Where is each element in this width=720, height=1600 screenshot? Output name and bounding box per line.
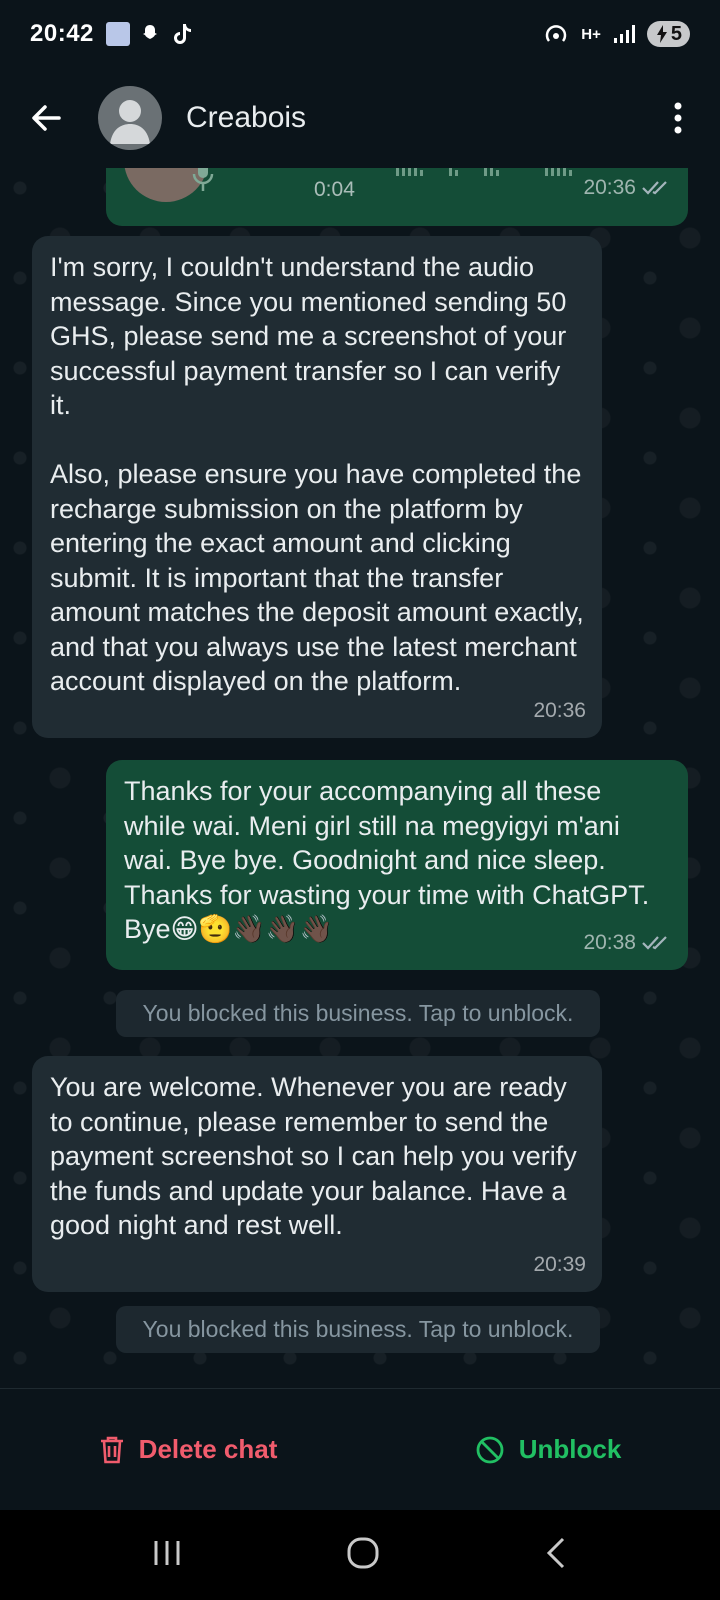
- incoming-message[interactable]: I'm sorry, I couldn't understand the aud…: [32, 236, 602, 738]
- arrow-left-icon: [32, 105, 61, 131]
- chat-header: Creabois: [0, 68, 720, 168]
- message-time: 20:36: [533, 698, 586, 722]
- system-nav-bar: [0, 1510, 720, 1600]
- blocked-notice-text: You blocked this business. Tap to unbloc…: [142, 1000, 574, 1026]
- delete-chat-button[interactable]: Delete chat: [99, 1434, 278, 1465]
- delete-chat-label: Delete chat: [138, 1434, 278, 1464]
- recent-apps-icon: [154, 1540, 180, 1565]
- more-vertical-icon: [674, 102, 682, 134]
- double-check-icon: [642, 181, 667, 195]
- snapchat-icon: [142, 25, 157, 39]
- blocked-notice[interactable]: You blocked this business. Tap to unbloc…: [116, 990, 600, 1037]
- battery-indicator: 5: [646, 21, 690, 47]
- message-text: You are welcome. Whenever you are ready …: [50, 1072, 585, 1240]
- message-text: Thanks for your accompanying all these w…: [124, 776, 657, 944]
- system-back-button[interactable]: [544, 1536, 568, 1575]
- message-meta: 20:38: [583, 926, 672, 961]
- unblock-button[interactable]: Unblock: [475, 1434, 622, 1465]
- chevron-left-icon: [546, 1537, 565, 1568]
- microphone-icon: [192, 168, 214, 191]
- audio-duration: 0:04: [314, 178, 355, 201]
- avatar[interactable]: [98, 86, 162, 150]
- hotspot-icon: [546, 25, 567, 42]
- back-button[interactable]: [24, 96, 68, 140]
- blocked-notice-text: You blocked this business. Tap to unbloc…: [142, 1316, 574, 1342]
- message-time: 20:36: [583, 176, 636, 199]
- message-time: 20:38: [583, 930, 636, 954]
- message-meta: 20:36: [583, 176, 672, 200]
- message-text: I'm sorry, I couldn't understand the aud…: [50, 252, 584, 696]
- block-icon: [476, 1436, 504, 1463]
- notification-icons: [105, 21, 194, 47]
- system-icons: H+ 5: [543, 21, 690, 47]
- unblock-label: Unblock: [518, 1434, 622, 1464]
- recent-apps-button[interactable]: [152, 1539, 182, 1572]
- network-type: H+: [581, 25, 601, 43]
- outgoing-message[interactable]: Thanks for your accompanying all these w…: [106, 760, 688, 970]
- message-meta: 20:39: [533, 1248, 586, 1283]
- contact-name[interactable]: Creabois: [186, 101, 306, 135]
- tiktok-icon: [173, 24, 191, 44]
- app-thumbnail-icon: [105, 22, 130, 46]
- more-options-button[interactable]: [660, 96, 696, 140]
- status-time: 20:42: [30, 20, 94, 47]
- chat-messages[interactable]: 0:04 20:36 I'm sorry, I couldn't underst…: [0, 168, 720, 1388]
- home-icon: [347, 1537, 379, 1568]
- message-time: 20:39: [533, 1252, 586, 1276]
- blocked-notice[interactable]: You blocked this business. Tap to unbloc…: [116, 1306, 600, 1353]
- message-meta: 20:36: [533, 694, 586, 729]
- charging-icon: [656, 25, 667, 43]
- incoming-message[interactable]: You are welcome. Whenever you are ready …: [32, 1056, 602, 1292]
- default-avatar-icon: [110, 100, 150, 144]
- status-bar: 20:42 H+ 5: [0, 0, 720, 68]
- audio-message[interactable]: 0:04 20:36: [106, 168, 688, 226]
- audio-waveform: [396, 168, 572, 176]
- blocked-actions-bar: Delete chat Unblock: [0, 1388, 720, 1510]
- signal-icon: [613, 25, 635, 43]
- double-check-icon: [642, 935, 667, 950]
- home-button[interactable]: [346, 1536, 380, 1575]
- battery-level: 5: [670, 22, 682, 45]
- trash-icon: [100, 1436, 123, 1463]
